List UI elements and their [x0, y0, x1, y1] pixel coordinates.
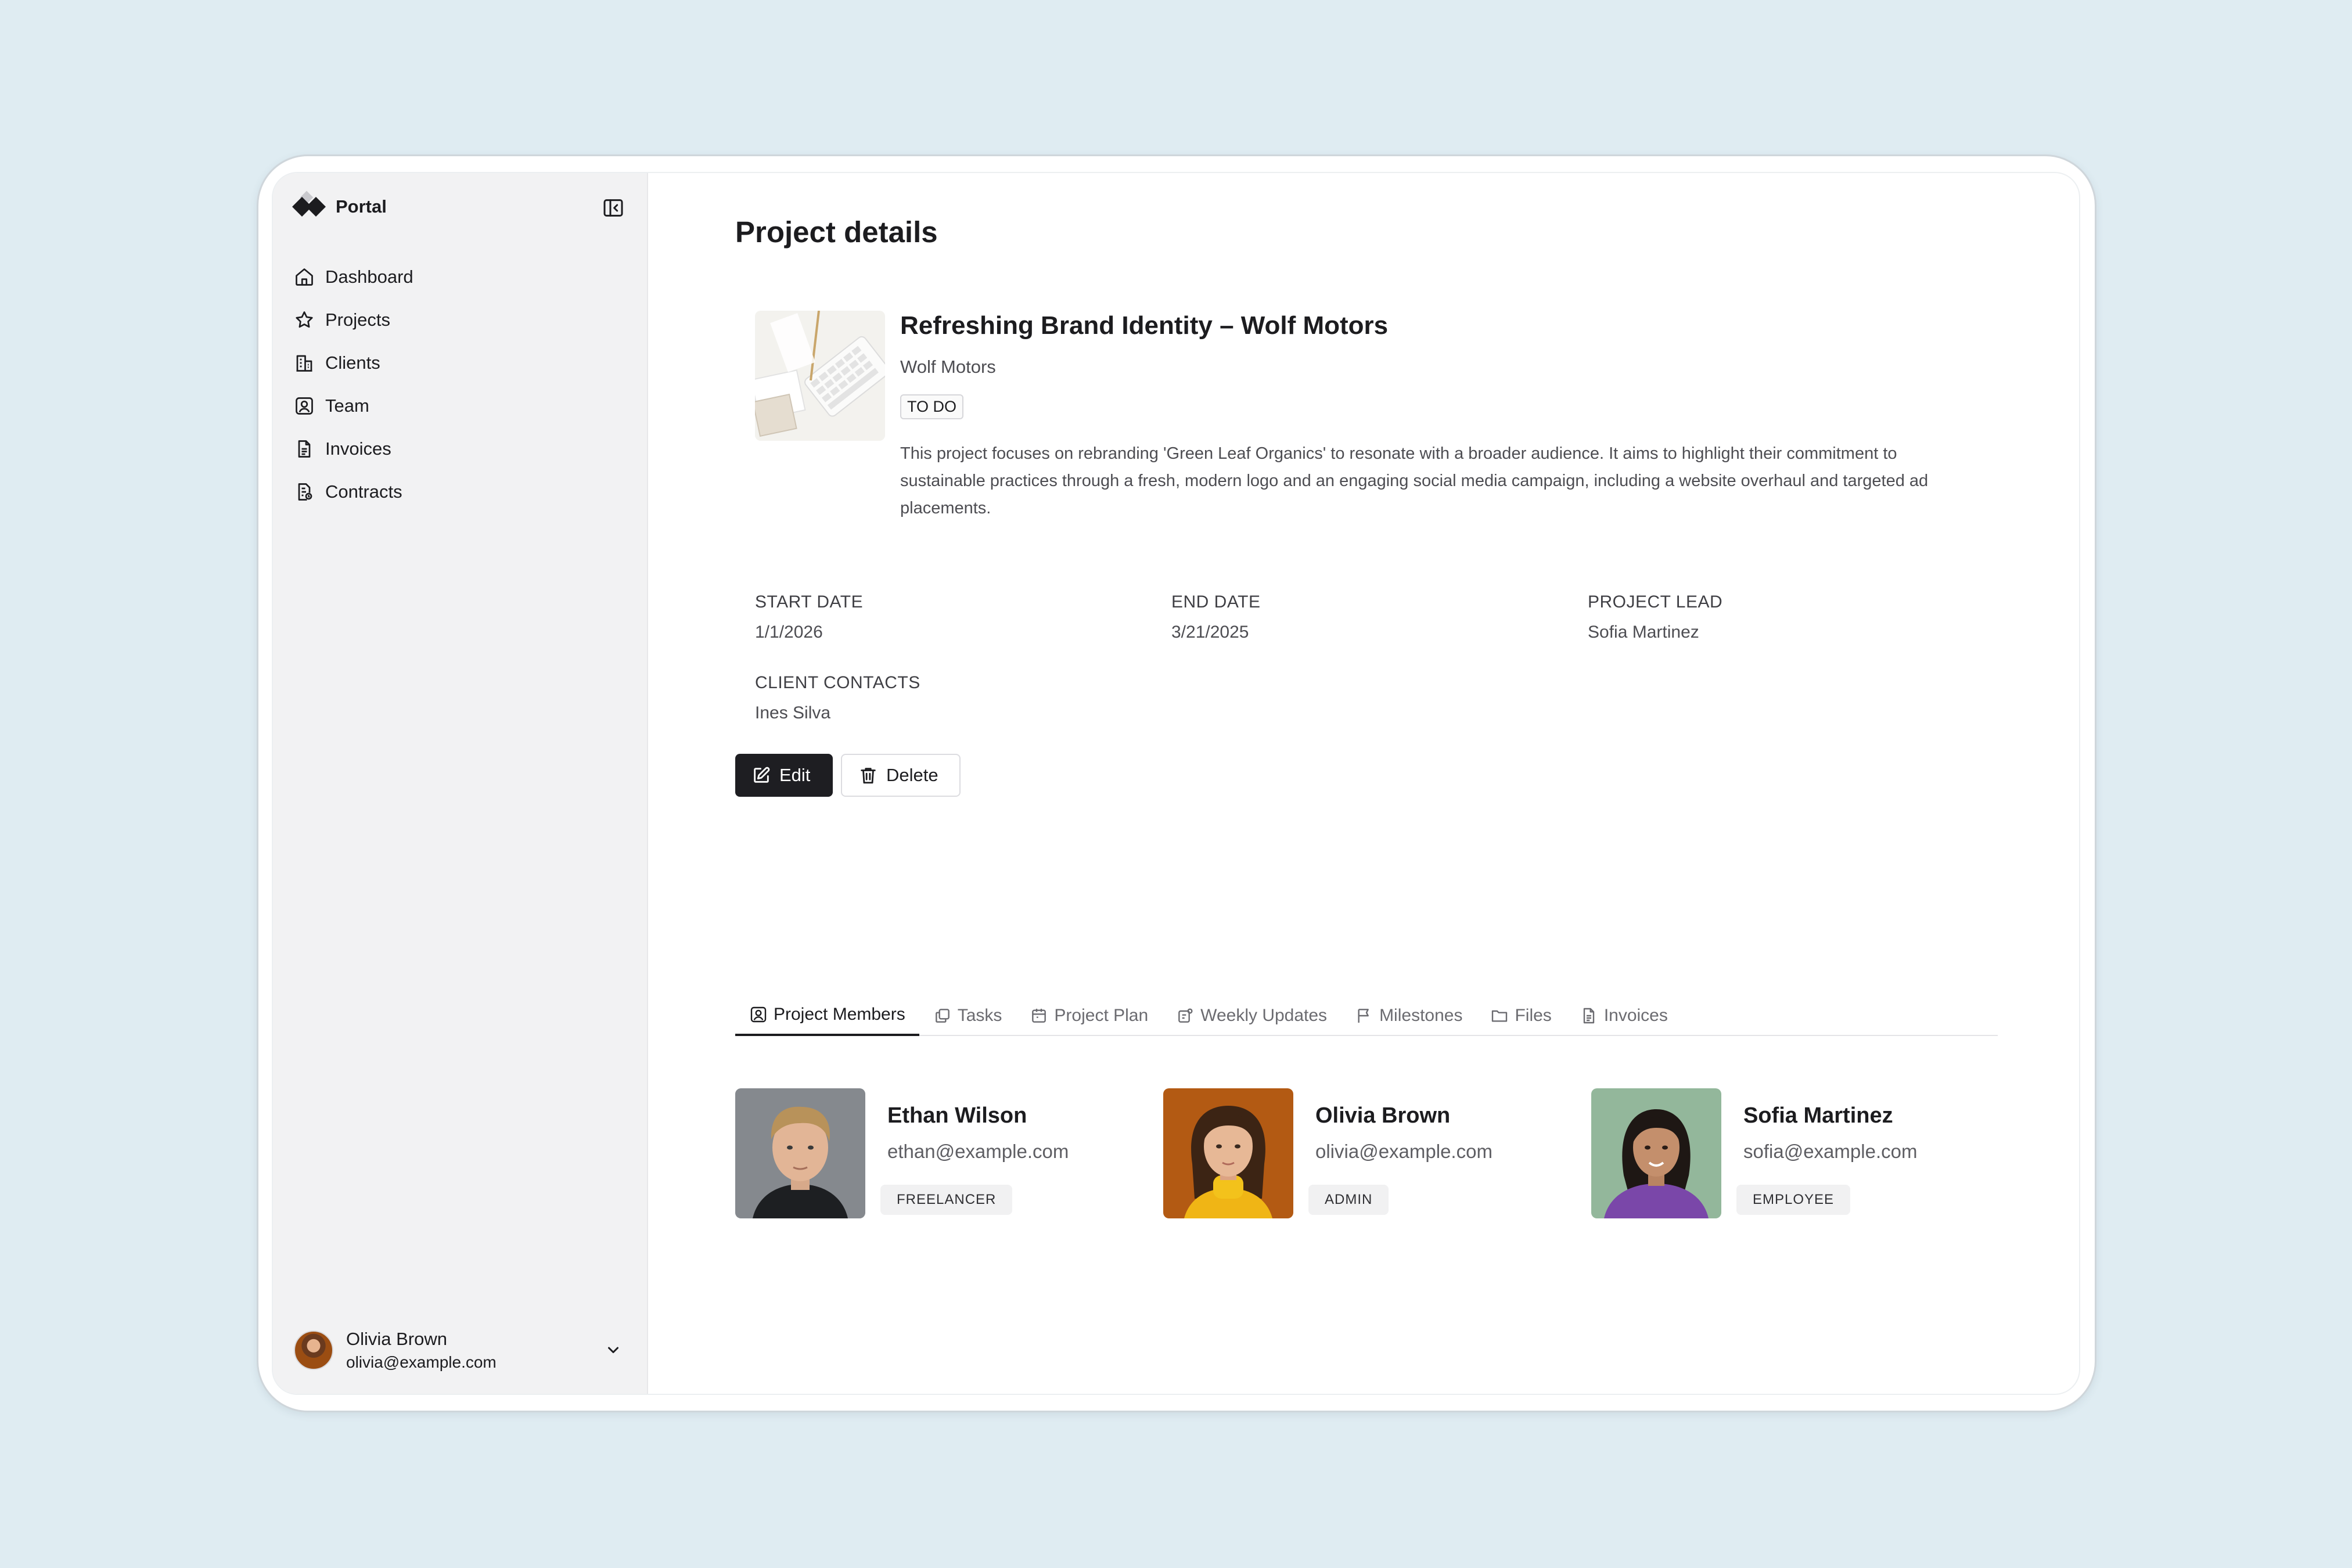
- portal-logo-icon: [292, 190, 326, 218]
- sidebar-item-label: Dashboard: [325, 267, 413, 287]
- project-client[interactable]: Wolf Motors: [900, 357, 996, 377]
- user-square-icon: [750, 1006, 767, 1023]
- tab-label: Project Members: [774, 1005, 905, 1024]
- building-icon: [296, 355, 312, 372]
- avatar: [294, 1330, 333, 1370]
- project-title: Refreshing Brand Identity – Wolf Motors: [900, 311, 1389, 340]
- app-window: Portal Dashboard Projects Clients Team I…: [272, 172, 2080, 1395]
- page-title: Project details: [735, 215, 938, 249]
- project-tabs: Project Members Tasks Project Plan Weekl…: [735, 995, 1998, 1036]
- tasks-icon: [935, 1009, 950, 1023]
- role-badge: ADMIN: [1308, 1185, 1389, 1215]
- sidebar-item-contracts[interactable]: Contracts: [294, 470, 413, 513]
- tab-tasks[interactable]: Tasks: [919, 995, 1016, 1036]
- sidebar-item-label: Projects: [325, 310, 390, 330]
- sidebar-collapse-icon[interactable]: [602, 196, 625, 220]
- chevron-down-icon[interactable]: [603, 1339, 624, 1360]
- sidebar-item-team[interactable]: Team: [294, 384, 413, 427]
- home-icon: [296, 268, 313, 286]
- member-photo: [735, 1088, 865, 1218]
- tab-label: Invoices: [1603, 1006, 1668, 1025]
- member-email: sofia@example.com: [1743, 1141, 1918, 1162]
- field-label: START DATE: [755, 592, 864, 612]
- tab-project-members[interactable]: Project Members: [735, 995, 919, 1036]
- sidebar-item-dashboard[interactable]: Dashboard: [294, 256, 413, 299]
- user-email: olivia@example.com: [346, 1353, 497, 1371]
- member-email: olivia@example.com: [1315, 1141, 1493, 1162]
- tab-project-plan[interactable]: Project Plan: [1016, 995, 1162, 1036]
- sidebar-item-clients[interactable]: Clients: [294, 341, 413, 384]
- delete-button[interactable]: Delete: [841, 754, 961, 797]
- field-value: 1/1/2026: [755, 623, 823, 642]
- flag-icon: [1358, 1009, 1369, 1023]
- status-badge: TO DO: [900, 394, 964, 419]
- folder-icon: [1492, 1010, 1508, 1022]
- sidebar: Portal Dashboard Projects Clients Team I…: [273, 173, 648, 1394]
- field-label: PROJECT LEAD: [1588, 592, 1723, 612]
- calendar-icon: [1032, 1009, 1046, 1023]
- sidebar-nav: Dashboard Projects Clients Team Invoices: [294, 256, 413, 513]
- member-name: Sofia Martinez: [1743, 1103, 1893, 1128]
- field-value: Sofia Martinez: [1588, 623, 1699, 642]
- sidebar-item-label: Invoices: [325, 438, 391, 459]
- project-thumbnail: [755, 311, 885, 441]
- tab-label: Files: [1515, 1006, 1552, 1025]
- trash-icon: [861, 768, 876, 784]
- sidebar-item-projects[interactable]: Projects: [294, 299, 413, 341]
- edit-icon: [754, 767, 770, 783]
- tab-label: Milestones: [1379, 1006, 1463, 1025]
- project-lead-field: PROJECT LEAD Sofia Martinez: [1588, 592, 1722, 642]
- member-card[interactable]: Olivia Brown olivia@example.com ADMIN: [1163, 1088, 1570, 1220]
- sidebar-item-label: Team: [325, 395, 369, 416]
- document-icon: [1583, 1008, 1595, 1024]
- contract-icon: [298, 483, 312, 501]
- edit-button[interactable]: Edit: [735, 754, 833, 797]
- client-contacts-field: CLIENT CONTACTS Ines Silva: [755, 673, 920, 723]
- brand-name: Portal: [336, 196, 387, 217]
- member-photo: [1163, 1088, 1293, 1218]
- role-badge: FREELANCER: [880, 1185, 1013, 1215]
- tab-weekly-updates[interactable]: Weekly Updates: [1162, 995, 1341, 1036]
- field-label: END DATE: [1171, 592, 1261, 612]
- project-description: This project focuses on rebranding 'Gree…: [900, 444, 1929, 517]
- sidebar-item-invoices[interactable]: Invoices: [294, 427, 413, 470]
- device-frame: Portal Dashboard Projects Clients Team I…: [257, 154, 2096, 1412]
- member-card[interactable]: Sofia Martinez sofia@example.com EMPLOYE…: [1591, 1088, 1998, 1220]
- tab-milestones[interactable]: Milestones: [1341, 995, 1476, 1036]
- user-menu[interactable]: Olivia Brown olivia@example.com: [294, 1324, 631, 1376]
- member-photo: [1591, 1088, 1721, 1218]
- role-badge: EMPLOYEE: [1736, 1185, 1851, 1215]
- field-value: Ines Silva: [755, 703, 831, 722]
- tab-label: Weekly Updates: [1200, 1006, 1328, 1025]
- member-name: Ethan Wilson: [887, 1103, 1027, 1128]
- field-label: CLIENT CONTACTS: [755, 673, 920, 692]
- tab-files[interactable]: Files: [1476, 995, 1565, 1036]
- edit-label: Edit: [779, 765, 811, 785]
- member-card[interactable]: Ethan Wilson ethan@example.com FREELANCE…: [735, 1088, 1142, 1220]
- start-date-field: START DATE 1/1/2026: [755, 592, 863, 642]
- sidebar-item-label: Contracts: [325, 481, 402, 502]
- user-name: Olivia Brown: [346, 1329, 447, 1349]
- delete-label: Delete: [886, 765, 938, 785]
- document-icon: [298, 440, 311, 458]
- user-square-icon: [296, 397, 313, 415]
- member-name: Olivia Brown: [1315, 1103, 1451, 1128]
- star-icon: [296, 311, 313, 328]
- tab-label: Tasks: [957, 1006, 1002, 1025]
- tab-label: Project Plan: [1054, 1006, 1149, 1025]
- field-value: 3/21/2025: [1171, 623, 1249, 642]
- end-date-field: END DATE 3/21/2025: [1171, 592, 1260, 642]
- member-email: ethan@example.com: [887, 1141, 1069, 1162]
- main-content: Project details Refreshing Brand Identit…: [648, 173, 2079, 1394]
- updates-icon: [1178, 1008, 1193, 1023]
- brand[interactable]: Portal: [292, 190, 387, 218]
- sidebar-item-label: Clients: [325, 353, 380, 373]
- tab-invoices[interactable]: Invoices: [1566, 995, 1682, 1036]
